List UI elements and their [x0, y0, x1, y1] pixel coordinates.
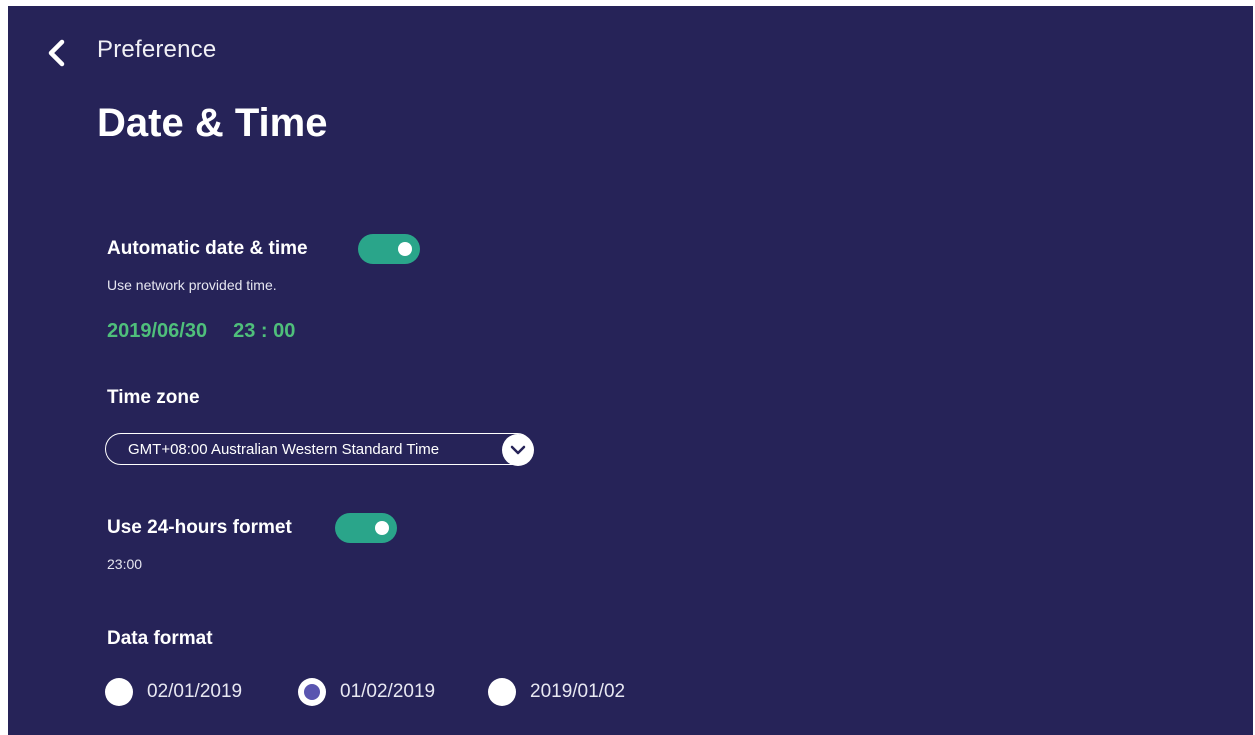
automatic-date-time-label: Automatic date & time	[107, 238, 308, 259]
current-datetime: 2019/06/30 23 : 00	[107, 320, 295, 343]
radio-label: 2019/01/02	[530, 681, 626, 702]
radio-button-selected[interactable]	[298, 678, 326, 706]
time-zone-select[interactable]: GMT+08:00 Australian Western Standard Ti…	[105, 433, 534, 466]
hour-format-toggle[interactable]	[335, 513, 397, 543]
current-date: 2019/06/30	[107, 320, 208, 342]
current-time: 23 : 00	[233, 320, 296, 342]
hour-format-example: 23:00	[107, 556, 143, 572]
toggle-knob	[375, 521, 389, 535]
radio-label: 01/02/2019	[340, 681, 436, 702]
back-button[interactable]	[40, 36, 74, 70]
settings-screen: Preference Date & Time Automatic date & …	[8, 6, 1253, 735]
time-zone-label: Time zone	[107, 387, 200, 408]
breadcrumb: Preference	[97, 36, 217, 63]
radio-label: 02/01/2019	[147, 681, 243, 702]
hour-format-label: Use 24-hours formet	[107, 517, 292, 538]
automatic-date-time-toggle[interactable]	[358, 234, 420, 264]
toggle-knob	[398, 242, 412, 256]
radio-button[interactable]	[488, 678, 516, 706]
time-zone-value: GMT+08:00 Australian Western Standard Ti…	[128, 441, 440, 458]
radio-button[interactable]	[105, 678, 133, 706]
chevron-left-icon	[48, 39, 65, 67]
page-title: Date & Time	[97, 101, 328, 145]
date-format-label: Data format	[107, 628, 213, 649]
chevron-down-icon[interactable]	[502, 434, 534, 466]
automatic-date-time-description: Use network provided time.	[107, 277, 277, 293]
